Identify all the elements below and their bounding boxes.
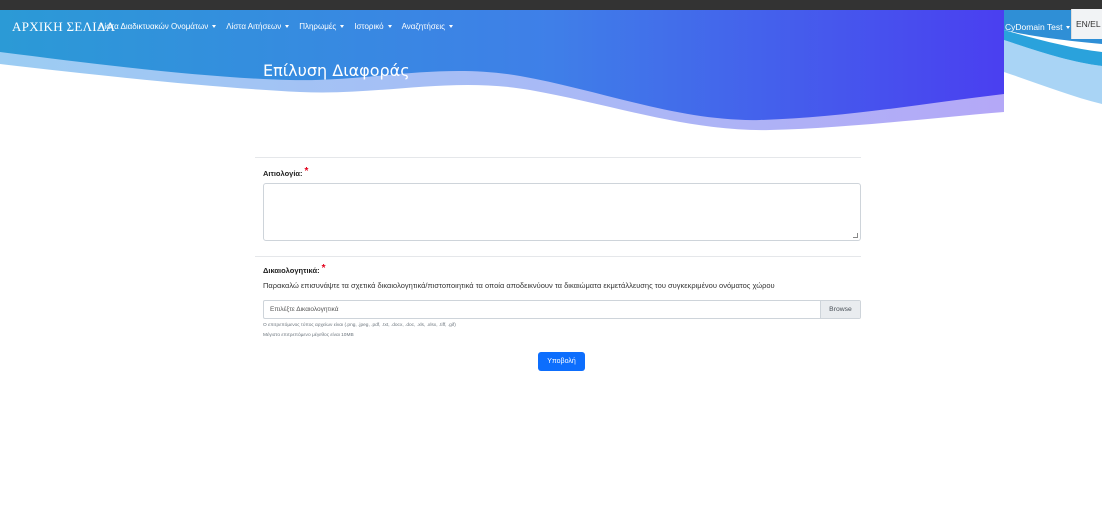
nav-applications-list[interactable]: Λίστα Αιτήσεων bbox=[226, 10, 290, 44]
top-navbar: ΑΡΧΙΚΗ ΣΕΛΙΔΑ Λίστα Διαδικτυακών Ονομάτω… bbox=[0, 10, 1102, 44]
required-mark: * bbox=[304, 166, 309, 177]
chevron-down-icon bbox=[285, 25, 290, 29]
documents-label: Δικαιολογητικά: * bbox=[263, 263, 326, 275]
reason-textarea[interactable] bbox=[263, 183, 861, 241]
divider bbox=[255, 256, 861, 257]
nav-history[interactable]: Ιστορικό bbox=[354, 10, 392, 44]
submit-button[interactable]: Υποβολή bbox=[538, 352, 585, 371]
nav-searches[interactable]: Αναζητήσεις bbox=[402, 10, 454, 44]
user-menu[interactable]: CyDomain Test bbox=[1005, 10, 1071, 44]
divider bbox=[255, 157, 861, 158]
allowed-types-note: Ο επιτρεπόμενος τύπος αρχείων είναι (.pn… bbox=[263, 323, 456, 328]
required-mark: * bbox=[321, 263, 326, 274]
chevron-down-icon bbox=[1066, 26, 1071, 30]
reason-label: Αιτιολογία: * bbox=[263, 166, 309, 178]
nav-links: Λίστα Διαδικτυακών Ονομάτων Λίστα Αιτήσε… bbox=[99, 10, 463, 44]
language-toggle[interactable]: EN/EL bbox=[1071, 9, 1102, 39]
chevron-down-icon bbox=[212, 25, 217, 29]
chevron-down-icon bbox=[387, 25, 392, 29]
browse-button[interactable]: Browse bbox=[820, 301, 860, 318]
file-input[interactable]: Επιλέξτε Δικαιολογητικά Browse bbox=[263, 300, 861, 319]
chevron-down-icon bbox=[449, 25, 454, 29]
max-size-note: Μέγιστο επιτρεπόμενο μέγεθος είναι 10MB bbox=[263, 333, 354, 338]
page-title: Επίλυση Διαφοράς bbox=[263, 61, 410, 80]
nav-payments[interactable]: Πληρωμές bbox=[299, 10, 345, 44]
file-input-placeholder: Επιλέξτε Δικαιολογητικά bbox=[270, 306, 339, 313]
page: ΑΡΧΙΚΗ ΣΕΛΙΔΑ Λίστα Διαδικτυακών Ονομάτω… bbox=[0, 0, 1102, 513]
chevron-down-icon bbox=[340, 25, 345, 29]
documents-help-text: Παρακαλώ επισυνάψτε τα σχετικά δικαιολογ… bbox=[263, 281, 775, 290]
nav-domain-names-list[interactable]: Λίστα Διαδικτυακών Ονομάτων bbox=[99, 10, 217, 44]
resize-handle-icon[interactable] bbox=[853, 233, 858, 238]
